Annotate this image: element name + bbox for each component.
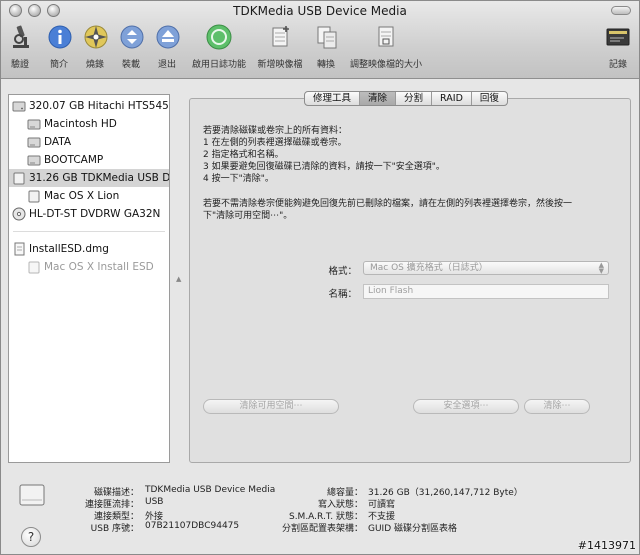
tab-raid[interactable]: RAID [432, 92, 472, 105]
name-input[interactable]: Lion Flash [363, 284, 609, 299]
resize-image-label: 調整映像檔的大小 [349, 60, 422, 70]
sidebar-item-mac-os-x-install-esd[interactable]: Mac OS X Install ESD [9, 258, 169, 276]
format-label: 格式： [328, 266, 357, 277]
usb-serial-label: USB 序號： [90, 524, 139, 534]
tab-restore[interactable]: 回復 [472, 92, 507, 105]
erase-button[interactable]: 清除⋯ [524, 399, 590, 414]
connection-bus-value: USB [145, 497, 164, 507]
optical-disc-icon [12, 207, 26, 221]
enable-journaling-tool-button[interactable]: 啟用日誌功能 [189, 23, 249, 70]
device-sidebar[interactable]: 320.07 GB Hitachi HTS545... Macintosh HD… [8, 94, 170, 463]
sidebar-item-data[interactable]: DATA [9, 133, 169, 151]
hard-disk-icon [12, 101, 26, 112]
eject-tool-button[interactable]: 退出 [154, 23, 180, 70]
verify-tool-button[interactable]: 驗證 [7, 23, 33, 70]
new-image-tool-button[interactable]: 新增映像檔 [254, 23, 306, 70]
instruction-line: 3 如果要避免回復磁碟已清除的資料，請按一下"安全選項"。 [203, 162, 445, 172]
mount-icon [120, 25, 144, 49]
volume-icon [28, 261, 40, 274]
tab-bar: 修理工具 清除 分割 RAID 回復 [304, 91, 508, 106]
erase-free-space-button[interactable]: 清除可用空間⋯ [203, 399, 339, 414]
sidebar-item-mac-os-x-lion[interactable]: Mac OS X Lion [9, 187, 169, 205]
convert-label: 轉換 [316, 60, 335, 70]
partition-scheme-label: 分割區配置表架構： [281, 524, 363, 534]
verify-label: 驗證 [10, 60, 29, 70]
instruction-line: 下"清除可用空間⋯"。 [203, 211, 293, 221]
split-view-handle[interactable]: ▲ [176, 275, 181, 283]
sidebar-item-label: 31.26 GB TDKMedia USB D... [29, 172, 169, 184]
instruction-line: 1 在左側的列表裡選擇磁碟或卷宗。 [203, 138, 347, 148]
security-options-button[interactable]: 安全選項⋯ [413, 399, 519, 414]
format-select-value: Mac OS 擴充格式（日誌式） [370, 263, 488, 273]
disk-utility-window: TDKMedia USB Device Media 驗證 簡介 燒錄 裝載 退出… [0, 0, 640, 555]
sidebar-item-label: 320.07 GB Hitachi HTS545... [29, 100, 169, 112]
convert-tool-button[interactable]: 轉換 [313, 23, 339, 70]
instruction-line: 若要不需清除卷宗便能夠避免回復先前已刪除的檔案，請在左側的列表裡選擇卷宗，然後按… [203, 199, 573, 209]
tab-partition[interactable]: 分割 [396, 92, 433, 105]
instruction-line: 4 按一下"清除"。 [203, 174, 274, 184]
sidebar-item-dvd-drive[interactable]: HL-DT-ST DVDRW GA32N [9, 205, 169, 223]
info-icon [48, 25, 72, 49]
help-button[interactable]: ? [21, 527, 41, 547]
info-label: 簡介 [49, 60, 68, 70]
journal-icon [206, 24, 232, 50]
convert-icon [317, 26, 337, 49]
resize-image-tool-button[interactable]: 調整映像檔的大小 [346, 23, 426, 70]
new-image-label: 新增映像檔 [257, 60, 303, 70]
log-label: 記錄 [608, 60, 627, 70]
resize-image-icon [378, 26, 394, 47]
mount-tool-button[interactable]: 裝載 [118, 23, 144, 70]
sidebar-item-label: InstallESD.dmg [29, 243, 109, 255]
window-title: TDKMedia USB Device Media [233, 4, 407, 18]
partition-scheme-value: GUID 磁碟分割區表格 [368, 524, 458, 534]
eject-label: 退出 [157, 60, 176, 70]
disk-image-icon [14, 242, 25, 256]
mount-label: 裝載 [121, 60, 140, 70]
watermark-text: #1413971 [577, 539, 636, 552]
burn-label: 燒錄 [85, 60, 104, 70]
instruction-line: 2 指定格式和名稱。 [203, 150, 284, 160]
sidebar-item-label: Mac OS X Lion [44, 190, 120, 202]
volume-icon [28, 190, 40, 203]
log-tool-button[interactable]: 記錄 [603, 23, 633, 70]
burn-disc-icon [84, 25, 108, 49]
eject-icon [156, 25, 180, 49]
info-tool-button[interactable]: 簡介 [46, 23, 72, 70]
sidebar-item-label: HL-DT-ST DVDRW GA32N [29, 208, 161, 220]
usb-disk-icon [13, 172, 25, 185]
titlebar: TDKMedia USB Device Media 驗證 簡介 燒錄 裝載 退出… [1, 1, 639, 79]
name-label: 名稱： [328, 289, 357, 300]
sidebar-item-hitachi-disk[interactable]: 320.07 GB Hitachi HTS545... [9, 97, 169, 115]
chevron-up-down-icon: ▲ ▼ [598, 261, 604, 275]
sidebar-item-macintosh-hd[interactable]: Macintosh HD [9, 115, 169, 133]
new-image-icon [272, 26, 289, 47]
volume-icon [27, 137, 41, 148]
instruction-line: 若要清除磁碟或卷宗上的所有資料： [203, 126, 348, 136]
usb-serial-value: 07B21107DBC94475 [145, 521, 240, 531]
format-select[interactable]: Mac OS 擴充格式（日誌式） ▲ ▼ [363, 261, 609, 275]
volume-icon [27, 119, 41, 130]
sidebar-item-label: DATA [44, 136, 72, 148]
sidebar-item-label: Mac OS X Install ESD [44, 261, 154, 273]
sidebar-item-installesd-dmg[interactable]: InstallESD.dmg [9, 240, 169, 258]
microscope-icon [13, 25, 29, 48]
enable-journaling-label: 啟用日誌功能 [191, 60, 246, 70]
sidebar-item-label: BOOTCAMP [44, 154, 104, 166]
log-console-icon [606, 28, 630, 46]
tab-erase[interactable]: 清除 [360, 92, 397, 105]
toolbar-toggle-button[interactable] [611, 6, 631, 15]
tab-first-aid[interactable]: 修理工具 [305, 92, 361, 105]
sidebar-item-label: Macintosh HD [44, 118, 117, 130]
burn-tool-button[interactable]: 燒錄 [82, 23, 108, 70]
volume-icon [27, 155, 41, 166]
sidebar-item-tdkmedia-usb[interactable]: 31.26 GB TDKMedia USB D... [9, 169, 169, 187]
sidebar-item-bootcamp[interactable]: BOOTCAMP [9, 151, 169, 169]
sidebar-divider [13, 231, 165, 232]
